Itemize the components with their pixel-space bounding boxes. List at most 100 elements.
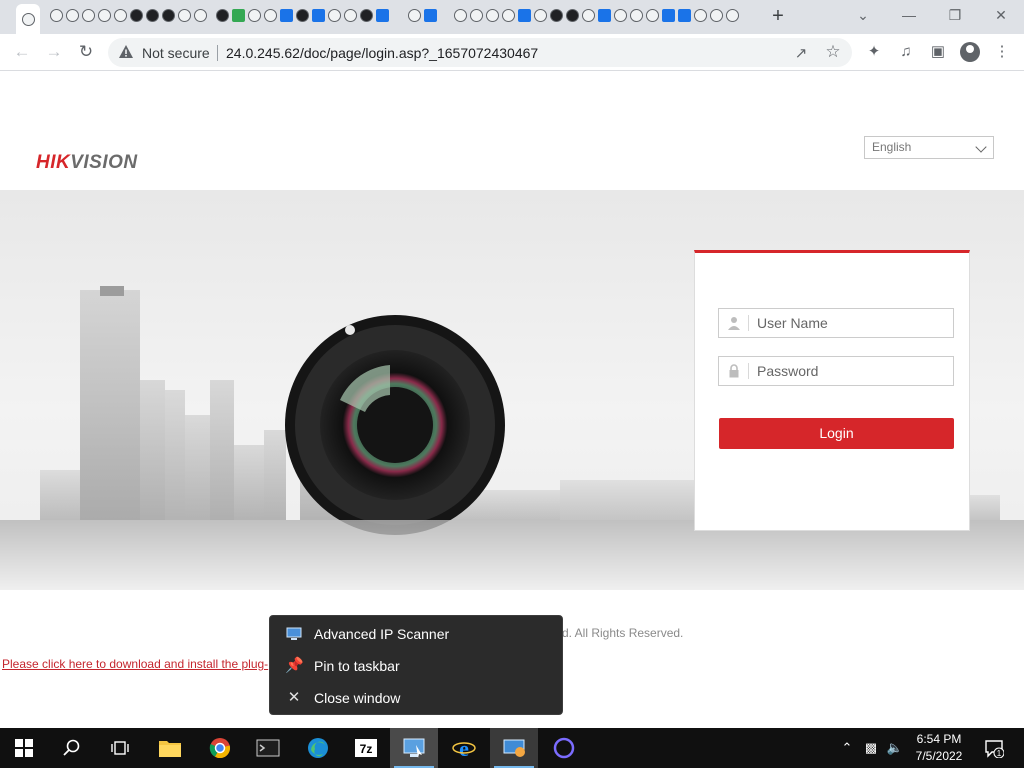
media-control-icon[interactable]: ♫ [895, 41, 917, 63]
security-status[interactable]: Not secure [142, 45, 210, 61]
folder-icon [159, 741, 181, 757]
taskbar-app-circle[interactable] [540, 728, 588, 768]
tab[interactable] [64, 6, 80, 24]
tab[interactable] [144, 6, 160, 24]
jumplist-item-close[interactable]: ✕ Close window [270, 682, 564, 714]
tab[interactable] [660, 6, 676, 24]
tab[interactable] [246, 6, 262, 24]
tab[interactable] [358, 6, 374, 24]
profile-avatar-icon[interactable] [960, 42, 980, 62]
side-panel-icon[interactable]: ▣ [927, 41, 949, 63]
tab[interactable] [230, 6, 246, 24]
username-input[interactable] [757, 313, 947, 333]
menu-kebab-icon[interactable]: ⋮ [991, 41, 1013, 63]
forward-button[interactable]: → [43, 41, 65, 63]
taskbar-remote-desktop[interactable] [490, 728, 538, 768]
taskbar-7zip[interactable]: 7z [342, 728, 390, 768]
tab[interactable] [294, 6, 310, 24]
reload-button[interactable]: ↻ [75, 41, 97, 63]
tab[interactable] [342, 6, 358, 24]
search-icon [63, 739, 80, 756]
tab[interactable] [374, 6, 390, 24]
tab[interactable] [468, 6, 484, 24]
tab[interactable] [422, 6, 438, 24]
tab[interactable] [80, 6, 96, 24]
tab[interactable] [548, 6, 564, 24]
tray-overflow-icon[interactable]: ⌃ [838, 728, 856, 768]
new-tab-button[interactable]: + [768, 6, 788, 26]
tab[interactable] [500, 6, 516, 24]
bookmark-star-icon[interactable]: ☆ [824, 43, 842, 61]
tab[interactable] [192, 6, 208, 24]
task-view-button[interactable] [96, 728, 144, 768]
address-bar[interactable]: Not secure 24.0.245.62/doc/page/login.as… [108, 38, 852, 67]
tab[interactable] [48, 6, 64, 24]
tab[interactable] [112, 6, 128, 24]
tab[interactable] [628, 6, 644, 24]
back-button[interactable]: ← [11, 41, 33, 63]
network-icon[interactable]: ▩ [860, 728, 882, 768]
extensions-icon[interactable]: ✦ [863, 41, 885, 63]
tab[interactable] [326, 6, 342, 24]
tab-favicon-icon [549, 8, 563, 22]
svg-text:e: e [459, 736, 469, 760]
browser-toolbar: ← → ↻ Not secure 24.0.245.62/doc/page/lo… [0, 34, 1024, 71]
copyright-text: d. All Rights Reserved. [562, 626, 684, 640]
tab-favicon-icon [565, 8, 579, 22]
password-input[interactable] [757, 361, 947, 381]
url-text[interactable]: 24.0.245.62/doc/page/login.asp?_16570724… [226, 45, 538, 61]
tab[interactable] [128, 6, 144, 24]
taskbar-chrome[interactable] [196, 728, 244, 768]
tab[interactable] [596, 6, 612, 24]
notification-center-icon[interactable]: 1 [984, 738, 1004, 758]
tab[interactable] [214, 6, 230, 24]
taskbar-terminal[interactable] [244, 728, 292, 768]
network-scanner-icon [403, 738, 425, 758]
close-button[interactable]: ✕ [986, 4, 1016, 26]
tab[interactable] [96, 6, 112, 24]
system-clock[interactable]: 6:54 PM 7/5/2022 [904, 731, 974, 765]
hikvision-logo: HIKVISION [36, 152, 138, 174]
search-button[interactable] [48, 728, 96, 768]
taskbar-file-explorer[interactable] [146, 728, 194, 768]
language-select[interactable]: English [864, 136, 994, 159]
share-icon[interactable]: ↗ [792, 44, 810, 62]
minimize-button[interactable]: — [894, 4, 924, 26]
tab[interactable] [516, 6, 532, 24]
tab[interactable] [708, 6, 724, 24]
tab[interactable] [484, 6, 500, 24]
tab[interactable] [406, 6, 422, 24]
tab[interactable] [692, 6, 708, 24]
taskbar-edge[interactable] [294, 728, 342, 768]
tab[interactable] [724, 6, 740, 24]
tab[interactable] [278, 6, 294, 24]
tab[interactable] [580, 6, 596, 24]
tab[interactable] [612, 6, 628, 24]
tab[interactable] [452, 6, 468, 24]
password-field[interactable] [718, 356, 954, 386]
tab[interactable] [262, 6, 278, 24]
logo-vision: VISION [70, 152, 138, 173]
jumplist-item-app[interactable]: Advanced IP Scanner [270, 618, 564, 650]
tab-active[interactable] [16, 4, 40, 34]
tab-search-chevron-icon[interactable]: ⌄ [848, 4, 878, 26]
volume-icon[interactable]: 🔈 [884, 728, 906, 768]
tab[interactable] [176, 6, 192, 24]
tab[interactable] [532, 6, 548, 24]
login-button[interactable]: Login [719, 418, 954, 449]
jumplist-item-pin[interactable]: 📌 Pin to taskbar [270, 650, 564, 682]
tab[interactable] [564, 6, 580, 24]
tab[interactable] [310, 6, 326, 24]
user-icon [728, 317, 740, 330]
taskbar-internet-explorer[interactable]: e [440, 728, 488, 768]
start-button[interactable] [0, 728, 48, 768]
plugin-download-link[interactable]: Please click here to download and instal… [2, 657, 269, 671]
tab[interactable] [676, 6, 692, 24]
tab[interactable] [644, 6, 660, 24]
tab-favicon-icon [49, 8, 63, 22]
username-field[interactable] [718, 308, 954, 338]
taskbar-advanced-ip-scanner[interactable] [390, 728, 438, 768]
tab[interactable] [160, 6, 176, 24]
restore-button[interactable]: ❐ [940, 4, 970, 26]
tab-favicon-icon [677, 8, 691, 22]
